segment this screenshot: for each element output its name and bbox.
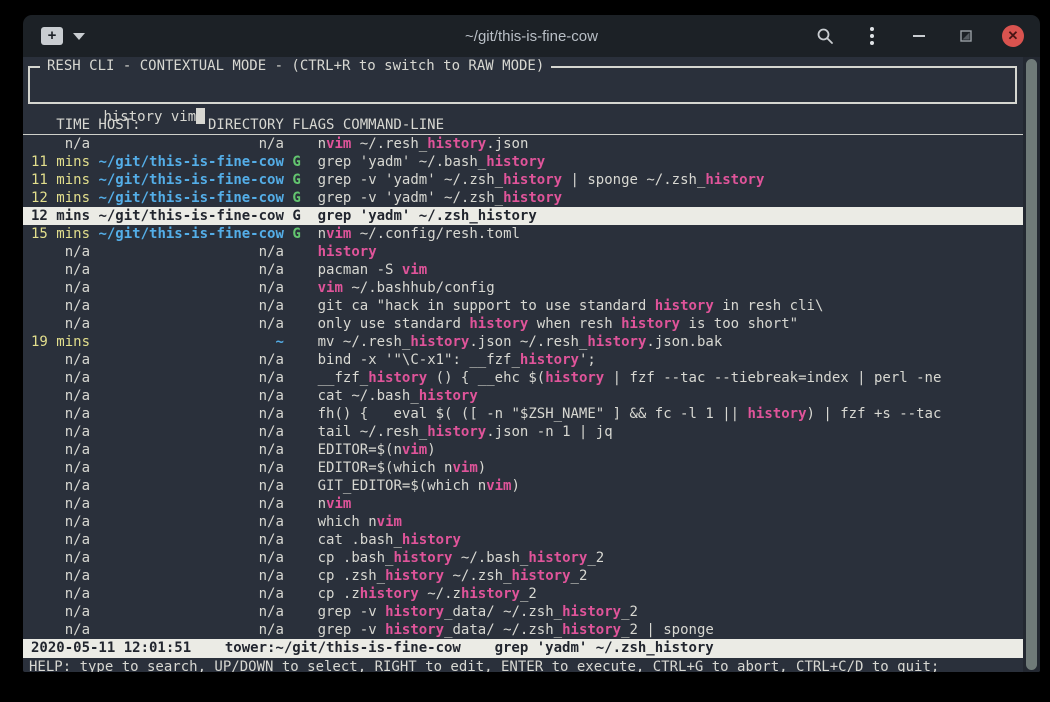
scrollbar-thumb[interactable] [1026, 59, 1037, 670]
terminal-window: ~/git/this-is-fine-cow ✕ [23, 15, 1040, 672]
history-row-selected[interactable]: 12 mins ~/git/this-is-fine-cow G grep 'y… [23, 207, 1023, 225]
history-row[interactable]: 12 mins ~/git/this-is-fine-cow G grep -v… [23, 189, 1023, 207]
history-table-body: n/a n/a nvim ~/.resh_history.json11 mins… [23, 135, 1023, 639]
history-row[interactable]: n/a n/a vim ~/.bashhub/config [23, 279, 1023, 297]
scrollbar-track[interactable] [1023, 57, 1040, 672]
resh-query-box: RESH CLI - CONTEXTUAL MODE - (CTRL+R to … [28, 66, 1017, 104]
terminal-content: RESH CLI - CONTEXTUAL MODE - (CTRL+R to … [23, 57, 1040, 672]
history-row[interactable]: 11 mins ~/git/this-is-fine-cow G grep -v… [23, 171, 1023, 189]
history-row[interactable]: n/a n/a tail ~/.resh_history.json -n 1 |… [23, 423, 1023, 441]
menu-kebab-icon[interactable] [861, 25, 883, 47]
new-tab-icon[interactable] [41, 27, 63, 45]
history-row[interactable]: n/a n/a pacman -S vim [23, 261, 1023, 279]
history-row[interactable]: n/a n/a cp .bash_history ~/.bash_history… [23, 549, 1023, 567]
history-row[interactable]: n/a n/a cat ~/.bash_history [23, 387, 1023, 405]
history-row[interactable]: n/a n/a grep -v history_data/ ~/.zsh_his… [23, 621, 1023, 639]
history-row[interactable]: n/a n/a only use standard history when r… [23, 315, 1023, 333]
search-icon[interactable] [814, 25, 836, 47]
restore-button[interactable] [955, 25, 977, 47]
history-row[interactable]: n/a n/a which nvim [23, 513, 1023, 531]
history-row[interactable]: 19 mins ~ mv ~/.resh_history.json ~/.res… [23, 333, 1023, 351]
history-row[interactable]: n/a n/a cp .zsh_history ~/.zsh_history_2 [23, 567, 1023, 585]
history-row[interactable]: 11 mins ~/git/this-is-fine-cow G grep 'y… [23, 153, 1023, 171]
history-row[interactable]: n/a n/a cat .bash_history [23, 531, 1023, 549]
history-row[interactable]: n/a n/a bind -x '"\C-x1": __fzf_history'… [23, 351, 1023, 369]
history-row[interactable]: n/a n/a EDITOR=$(which nvim) [23, 459, 1023, 477]
resh-mode-title: RESH CLI - CONTEXTUAL MODE - (CTRL+R to … [40, 57, 551, 75]
minimize-button[interactable] [908, 25, 930, 47]
history-row[interactable]: n/a n/a nvim [23, 495, 1023, 513]
history-row[interactable]: n/a n/a history [23, 243, 1023, 261]
history-row[interactable]: n/a n/a nvim ~/.resh_history.json [23, 135, 1023, 153]
history-row[interactable]: n/a n/a __fzf_history () { __ehc $(histo… [23, 369, 1023, 387]
chevron-down-icon[interactable] [73, 33, 85, 40]
close-button[interactable]: ✕ [1002, 25, 1024, 47]
history-row[interactable]: n/a n/a cp .zhistory ~/.zhistory_2 [23, 585, 1023, 603]
history-row[interactable]: n/a n/a EDITOR=$(nvim) [23, 441, 1023, 459]
history-row[interactable]: n/a n/a fh() { eval $( ([ -n "$ZSH_NAME"… [23, 405, 1023, 423]
history-row[interactable]: n/a n/a git ca "hack in support to use s… [23, 297, 1023, 315]
search-query-input[interactable]: history vim [103, 109, 196, 125]
help-bar: HELP: type to search, UP/DOWN to select,… [23, 658, 1023, 672]
text-cursor [196, 108, 205, 124]
titlebar: ~/git/this-is-fine-cow ✕ [23, 15, 1040, 57]
history-row[interactable]: n/a n/a grep -v history_data/ ~/.zsh_his… [23, 603, 1023, 621]
history-row[interactable]: n/a n/a GIT_EDITOR=$(which nvim) [23, 477, 1023, 495]
history-row[interactable]: 15 mins ~/git/this-is-fine-cow G nvim ~/… [23, 225, 1023, 243]
selected-entry-status-bar: 2020-05-11 12:01:51 tower:~/git/this-is-… [23, 639, 1023, 658]
